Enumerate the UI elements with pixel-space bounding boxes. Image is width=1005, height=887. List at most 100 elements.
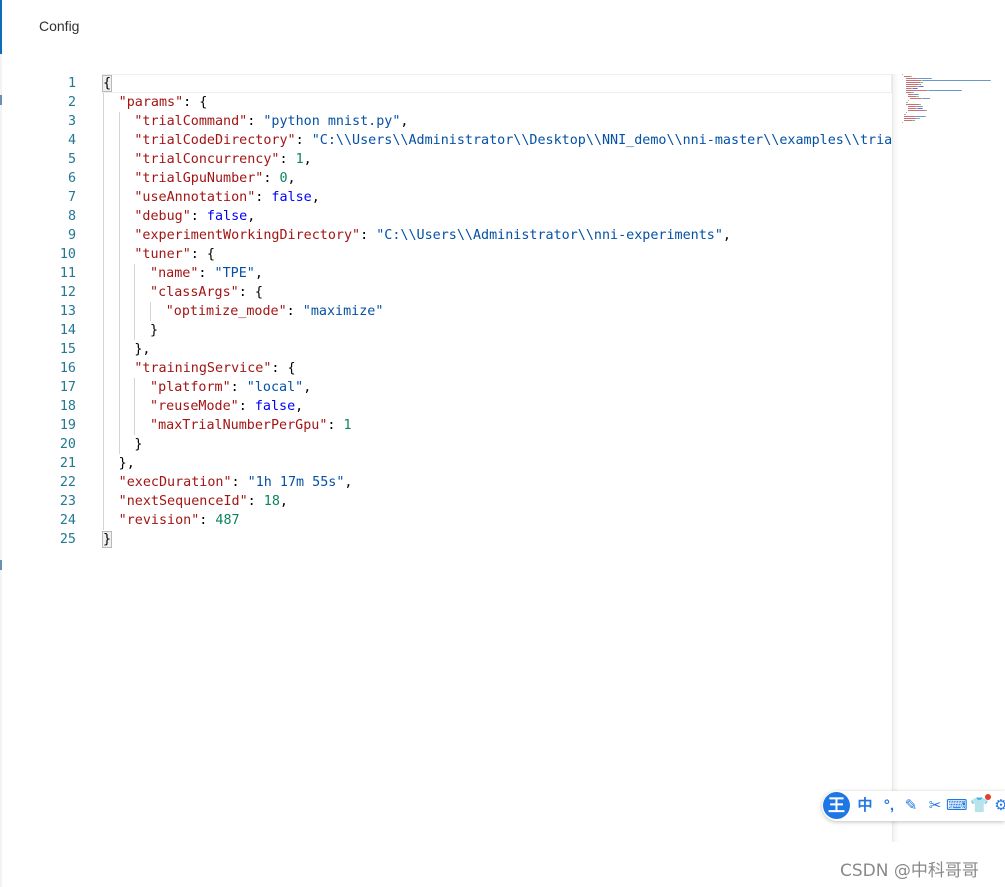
indent-guide (134, 321, 136, 340)
minimap-token (908, 108, 917, 109)
minimap-token (922, 86, 924, 87)
indent-guide (103, 302, 104, 321)
indent-guide (103, 245, 104, 264)
code-line[interactable]: 2 "params": { (0, 93, 892, 112)
line-number: 4 (67, 133, 76, 148)
minimap-token (910, 98, 922, 99)
code-line[interactable]: 20} (0, 435, 892, 454)
line-number: 25 (59, 532, 76, 547)
minimap-token (906, 112, 907, 113)
code-token: , (722, 228, 731, 243)
indent-guide (118, 416, 120, 435)
minimap-shadow (893, 74, 899, 842)
code-line[interactable]: 22 "execDuration": "1h 17m 55s", (0, 473, 892, 492)
minimap-token (904, 116, 915, 117)
minimap[interactable] (900, 74, 1005, 134)
indent-guide (118, 131, 120, 150)
code-line[interactable]: 5 "trialConcurrency": 1, (0, 150, 892, 169)
code-editor[interactable]: 1{2 "params": {3 "trialCommand": "python m… (0, 74, 892, 842)
indent-guide (118, 207, 120, 226)
code-text: { (101, 74, 113, 93)
code-token: , (311, 190, 320, 205)
line-number: 1 (67, 76, 76, 91)
minimap-token (916, 116, 925, 117)
code-line[interactable]: 16 "trainingService": { (0, 359, 892, 378)
code-text: } (134, 435, 142, 454)
line-number: 23 (59, 494, 76, 509)
minimap-token (913, 120, 916, 121)
indent-guide (103, 454, 104, 473)
code-text: } (150, 321, 158, 340)
code-token: , (287, 171, 296, 186)
code-line[interactable]: 11 "name": "TPE", (0, 264, 892, 283)
code-line[interactable]: 25} (0, 530, 892, 549)
code-line[interactable]: 21}, (0, 454, 892, 473)
minimap-token (930, 78, 932, 79)
code-token: false (254, 399, 296, 414)
code-line[interactable]: 18 "reuseMode": false, (0, 397, 892, 416)
code-token: , (344, 475, 353, 490)
code-line[interactable]: 14} (0, 321, 892, 340)
code-line[interactable]: 17 "platform": "local", (0, 378, 892, 397)
code-line[interactable]: 7 "useAnnotation": false, (0, 188, 892, 207)
code-text: "tuner": { (134, 245, 215, 264)
code-line[interactable]: 10 "tuner": { (0, 245, 892, 264)
code-token: 18 (263, 494, 280, 509)
code-token: : (247, 114, 264, 129)
line-number: 17 (59, 380, 76, 395)
minimap-token (921, 82, 923, 83)
code-line[interactable]: 12 "classArgs": { (0, 283, 892, 302)
indent-guide (103, 264, 104, 283)
scissors-icon[interactable]: ✂ (926, 795, 944, 817)
code-token: }, (118, 456, 135, 471)
code-text: "trialCodeDirectory": "C:\\Users\\Admini… (134, 131, 892, 150)
code-line[interactable]: 23 "nextSequenceId": 18, (0, 492, 892, 511)
code-text: "classArgs": { (150, 283, 263, 302)
code-line[interactable]: 9 "experimentWorkingDirectory": "C:\\User… (0, 226, 892, 245)
minimap-token (906, 86, 918, 87)
indent-guide (118, 188, 120, 207)
indent-guide (118, 340, 120, 359)
indent-guide (118, 397, 120, 416)
code-line[interactable]: 15}, (0, 340, 892, 359)
keyboard-icon[interactable]: ⌨ (946, 795, 968, 817)
indent-guide (103, 283, 104, 302)
code-token: "C:\\Users\\Administrator\\nni-experimen… (376, 228, 723, 243)
ime-logo[interactable]: 王 (823, 792, 850, 819)
code-text: "maxTrialNumberPerGpu": 1 (150, 416, 352, 435)
code-token: }, (134, 342, 151, 357)
minimap-token (911, 92, 914, 93)
line-number: 13 (59, 304, 76, 319)
handwriting-icon[interactable]: ✎ (902, 795, 920, 817)
minimap-token (922, 106, 923, 107)
code-line[interactable]: 4 "trialCodeDirectory": "C:\\Users\\Admin… (0, 131, 892, 150)
line-number: 16 (59, 361, 76, 376)
minimap-token (918, 78, 931, 79)
code-line[interactable]: 19 "maxTrialNumberPerGpu": 1 (0, 416, 892, 435)
code-token: "debug" (134, 209, 191, 224)
indent-guide (103, 93, 104, 112)
code-line[interactable]: 8 "debug": false, (0, 207, 892, 226)
code-text: "execDuration": "1h 17m 55s", (119, 473, 353, 492)
ime-toolbar[interactable]: 王 中 °, ✎ ✂ ⌨ 👕 ⚙ (822, 791, 1005, 821)
chinese-mode-button[interactable]: 中 (856, 795, 874, 817)
minimap-token (906, 78, 917, 79)
code-token: false (206, 209, 248, 224)
code-token: : { (238, 285, 263, 300)
left-accent-bar (0, 0, 2, 54)
code-line[interactable]: 6 "trialGpuNumber": 0, (0, 169, 892, 188)
minimap-token (990, 80, 991, 81)
minimap-token (906, 84, 918, 85)
code-line[interactable]: 1{ (0, 74, 892, 93)
settings-icon[interactable]: ⚙ (992, 795, 1005, 817)
code-line[interactable]: 24 "revision": 487 (0, 511, 892, 530)
code-token: } (101, 531, 113, 548)
line-number: 9 (67, 228, 76, 243)
code-token: "revision" (118, 513, 200, 528)
punctuation-button[interactable]: °, (880, 795, 898, 817)
code-line[interactable]: 13 "optimize_mode": "maximize" (0, 302, 892, 321)
minimap-token (916, 88, 918, 89)
minimap-token (917, 94, 919, 95)
code-line[interactable]: 3 "trialCommand": "python mnist.py", (0, 112, 892, 131)
indent-guide (103, 378, 104, 397)
